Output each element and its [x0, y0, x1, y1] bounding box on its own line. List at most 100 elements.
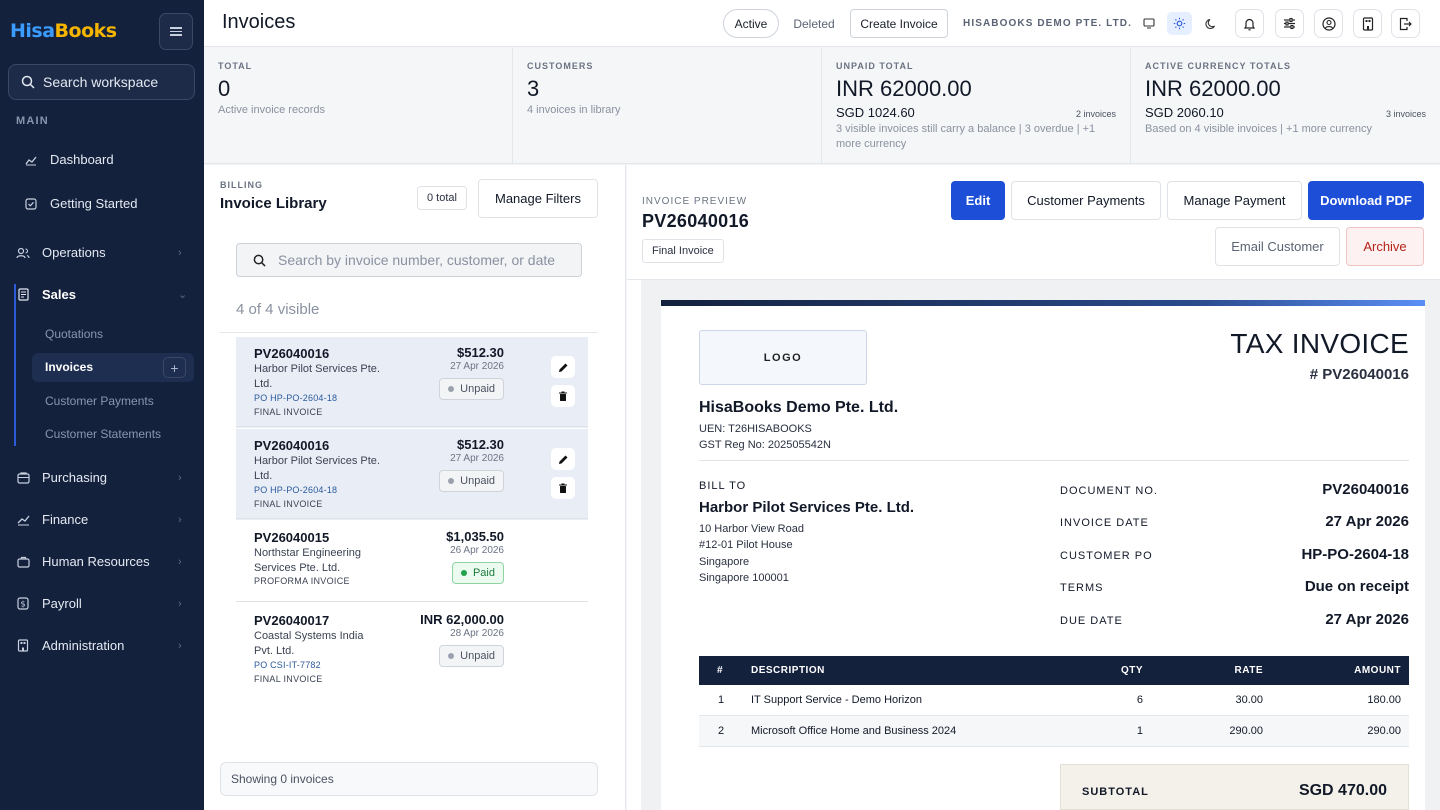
chevron-right-icon: › [178, 555, 182, 568]
logout-button[interactable] [1391, 9, 1420, 38]
sidebar-item-operations[interactable]: Operations › [16, 245, 182, 260]
sidebar-item-administration[interactable]: Administration › [16, 638, 182, 653]
col-qty: QTY [1120, 665, 1143, 676]
invoice-date: 28 Apr 2026 [450, 628, 504, 639]
sidebar-subitem-customer-statements[interactable]: Customer Statements [45, 427, 161, 441]
invoice-number: PV26040015 [254, 530, 330, 545]
trash-icon [559, 483, 567, 493]
invoice-list-item[interactable]: PV26040016 Harbor Pilot Services Pte. Lt… [236, 337, 588, 428]
archive-button[interactable]: Archive [1346, 227, 1424, 266]
sidebar-item-finance[interactable]: Finance › [16, 512, 182, 527]
invoice-po: PO HP-PO-2604-18 [254, 393, 338, 403]
invoice-amount: $512.30 [457, 437, 504, 452]
invoice-date: 27 Apr 2026 [450, 453, 504, 464]
tab-active[interactable]: Active [723, 9, 779, 38]
stat-note: Based on 4 visible invoices | +1 more cu… [1145, 123, 1372, 135]
company-button[interactable] [1353, 9, 1382, 38]
sidebar-subitem-quotations[interactable]: Quotations [45, 327, 103, 341]
invoice-list-item[interactable]: PV26040016 Harbor Pilot Services Pte. Lt… [236, 429, 588, 520]
briefcase-icon [16, 555, 30, 569]
bill-to-address-line: Singapore 100001 [699, 572, 789, 584]
stat-label: ACTIVE CURRENCY TOTALS [1145, 61, 1292, 71]
settings-button[interactable] [1275, 9, 1304, 38]
invoice-library: BILLING Invoice Library 0 total Manage F… [204, 165, 626, 810]
app-logo[interactable]: HisaBooks [10, 20, 117, 42]
stat-label: TOTAL [218, 61, 253, 71]
email-customer-button[interactable]: Email Customer [1215, 227, 1340, 266]
workspace-search-label: Search workspace [43, 74, 159, 90]
invoice-search-input[interactable]: Search by invoice number, customer, or d… [236, 243, 582, 277]
visible-count: 4 of 4 visible [236, 301, 320, 318]
invoice-type-tag: Final Invoice [642, 239, 724, 263]
edit-invoice-button[interactable] [551, 356, 575, 378]
col-rate: RATE [1234, 665, 1263, 676]
stat-label: UNPAID TOTAL [836, 61, 914, 71]
building-icon [1362, 16, 1373, 31]
page-title: Invoices [222, 11, 296, 33]
status-badge: Unpaid [439, 378, 504, 400]
edit-button[interactable]: Edit [951, 181, 1005, 220]
document-number: # PV26040016 [1309, 366, 1409, 383]
desktop-theme-icon[interactable] [1137, 12, 1162, 35]
invoice-list-item[interactable]: PV26040015 Northstar Engineering Service… [236, 521, 588, 612]
delete-invoice-button[interactable] [551, 385, 575, 407]
sidebar-toggle-button[interactable] [159, 13, 193, 50]
stat-sub: 4 invoices in library [527, 104, 621, 116]
delete-invoice-button[interactable] [551, 477, 575, 499]
chevron-right-icon: › [178, 246, 182, 259]
profile-button[interactable] [1314, 9, 1343, 38]
dollar-icon: $ [16, 597, 30, 611]
stat-secondary: SGD 1024.60 [836, 105, 915, 120]
tab-deleted[interactable]: Deleted [786, 9, 842, 38]
sidebar-item-dashboard[interactable]: Dashboard [24, 152, 114, 167]
sidebar-subitem-customer-payments[interactable]: Customer Payments [45, 394, 154, 408]
stat-value: INR 62000.00 [1145, 76, 1281, 101]
pencil-icon [558, 363, 567, 372]
meta-value: 27 Apr 2026 [1325, 611, 1409, 628]
invoice-customer: Coastal Systems India Pvt. Ltd. [254, 630, 364, 657]
invoice-customer: Harbor Pilot Services Pte. Ltd. [254, 455, 380, 482]
theme-switcher [1134, 9, 1226, 38]
edit-invoice-button[interactable] [551, 448, 575, 470]
showing-count: Showing 0 invoices [220, 762, 598, 796]
divider [236, 426, 588, 427]
document-heading: TAX INVOICE [1230, 328, 1409, 359]
invoice-kind: FINAL INVOICE [254, 674, 323, 684]
moon-icon[interactable] [1198, 12, 1223, 35]
checklist-icon [24, 197, 38, 211]
line-item-row: 2 Microsoft Office Home and Business 202… [699, 716, 1409, 747]
issuer-name: HisaBooks Demo Pte. Ltd. [699, 399, 899, 416]
notifications-button[interactable] [1235, 9, 1264, 38]
manage-filters-button[interactable]: Manage Filters [478, 179, 598, 218]
customer-payments-button[interactable]: Customer Payments [1011, 181, 1161, 220]
bill-to-address-line: #12-01 Pilot House [699, 539, 793, 551]
sidebar-item-payroll[interactable]: $ Payroll › [16, 596, 182, 611]
manage-payment-button[interactable]: Manage Payment [1167, 181, 1302, 220]
invoice-number: PV26040016 [254, 438, 330, 453]
chevron-right-icon: › [178, 471, 182, 484]
chevron-right-icon: › [178, 597, 182, 610]
search-icon [253, 254, 266, 267]
status-badge: Paid [451, 562, 504, 584]
divider [236, 518, 588, 519]
workspace-search[interactable]: Search workspace [8, 64, 195, 100]
invoice-list-item[interactable]: PV26040017 Coastal Systems India Pvt. Lt… [236, 604, 588, 695]
invoice-amount: INR 62,000.00 [420, 612, 504, 627]
sidebar-item-purchasing[interactable]: Purchasing › [16, 470, 182, 485]
user-circle-icon [1321, 16, 1336, 31]
invoice-date: 27 Apr 2026 [450, 361, 504, 372]
divider [220, 332, 598, 333]
sidebar-item-getting-started[interactable]: Getting Started [24, 196, 137, 211]
sliders-icon [1284, 17, 1295, 30]
add-invoice-icon[interactable]: + [163, 357, 186, 378]
logout-icon [1399, 17, 1412, 30]
download-pdf-button[interactable]: Download PDF [1308, 181, 1424, 220]
sun-icon[interactable] [1167, 12, 1193, 35]
sidebar-item-human-resources[interactable]: Human Resources › [16, 554, 182, 569]
stat-count: 2 invoices [1075, 109, 1116, 119]
invoice-po: PO CSI-IT-7782 [254, 660, 321, 670]
preview-kicker: INVOICE PREVIEW [642, 196, 748, 207]
sidebar-item-sales[interactable]: Sales ⌄ [16, 287, 187, 302]
create-invoice-button[interactable]: Create Invoice [850, 9, 948, 38]
sidebar-subitem-invoices[interactable]: Invoices [45, 360, 93, 374]
